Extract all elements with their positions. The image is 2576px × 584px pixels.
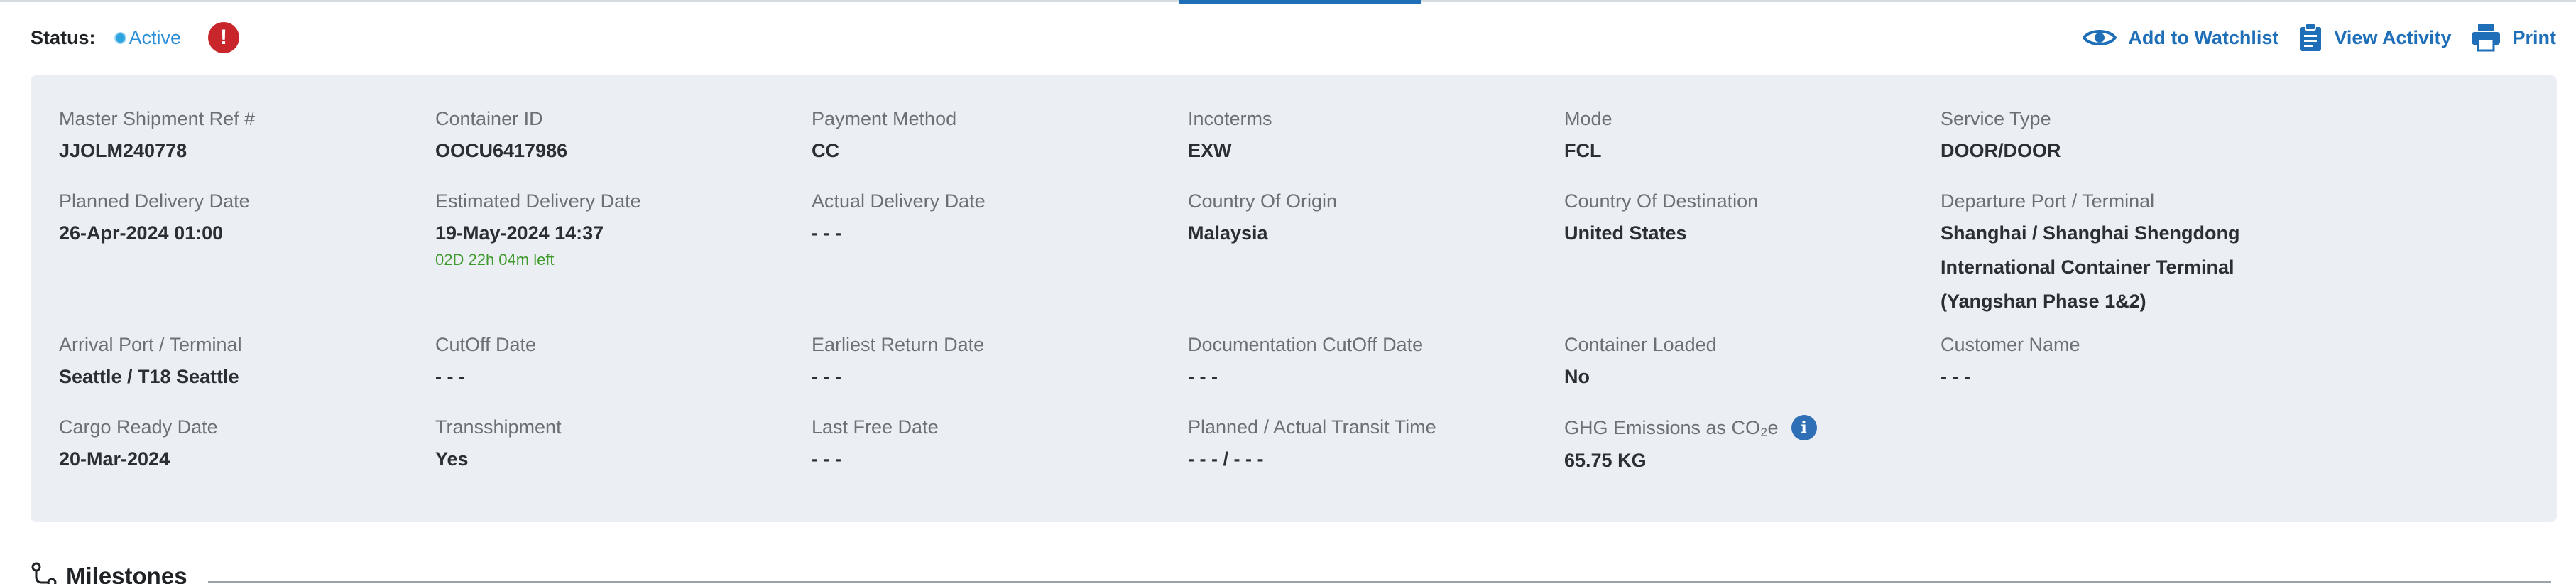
- detail-label: Payment Method: [812, 108, 957, 129]
- section-divider: [208, 581, 2551, 583]
- view-activity-button[interactable]: View Activity: [2298, 23, 2451, 53]
- detail-value: 26-Apr-2024 01:00: [59, 222, 224, 244]
- detail-label: Country Of Origin: [1188, 190, 1338, 212]
- detail-label: Container ID: [435, 108, 543, 129]
- detail-label: Earliest Return Date: [812, 334, 985, 355]
- detail-value: CC: [812, 140, 839, 161]
- detail-label: Incoterms: [1188, 108, 1272, 129]
- detail-value: No: [1564, 366, 1590, 387]
- detail-label: Departure Port / Terminal: [1941, 190, 2155, 212]
- detail-departure-port: Departure Port / Terminal Shanghai / Sha…: [1941, 189, 2317, 318]
- detail-container-loaded: Container Loaded No: [1564, 332, 1941, 401]
- detail-label: Planned Delivery Date: [59, 190, 250, 212]
- detail-value: Malaysia: [1188, 222, 1268, 244]
- detail-payment-method: Payment Method CC: [812, 107, 1188, 175]
- detail-value: - - -: [435, 366, 465, 387]
- detail-label: Arrival Port / Terminal: [59, 334, 242, 355]
- detail-value: Seattle / T18 Seattle: [59, 366, 239, 387]
- detail-master-shipment-ref: Master Shipment Ref # JJOLM240778: [59, 107, 435, 175]
- milestones-section: Milestones: [31, 561, 2557, 584]
- detail-value: Yes: [435, 448, 469, 470]
- detail-value: - - -: [1188, 366, 1218, 387]
- shipment-details-panel: Master Shipment Ref # JJOLM240778 Contai…: [31, 75, 2557, 522]
- detail-cutoff-date: CutOff Date - - -: [435, 332, 812, 401]
- detail-value: EXW: [1188, 140, 1232, 161]
- status-value: Active: [129, 26, 182, 48]
- detail-estimated-delivery-date: Estimated Delivery Date 19-May-2024 14:3…: [435, 189, 812, 318]
- detail-value: - - -: [812, 366, 841, 387]
- detail-service-type: Service Type DOOR/DOOR: [1941, 107, 2317, 175]
- detail-label: Last Free Date: [812, 416, 939, 438]
- status-dot-icon: [114, 31, 126, 44]
- detail-label: Planned / Actual Transit Time: [1188, 416, 1436, 438]
- detail-label: Transshipment: [435, 416, 562, 438]
- alert-icon[interactable]: !: [208, 22, 240, 53]
- detail-country-of-destination: Country Of Destination United States: [1564, 189, 1941, 318]
- detail-value: - - -: [812, 222, 841, 244]
- detail-value: - - -: [812, 448, 841, 470]
- detail-actual-delivery-date: Actual Delivery Date - - -: [812, 189, 1188, 318]
- detail-value: - - -: [1941, 366, 1970, 387]
- info-icon[interactable]: i: [1791, 415, 1817, 440]
- detail-container-id: Container ID OOCU6417986: [435, 107, 812, 175]
- detail-label: Actual Delivery Date: [812, 190, 986, 212]
- detail-label: Country Of Destination: [1564, 190, 1759, 212]
- detail-customer-name: Customer Name - - -: [1941, 332, 2317, 401]
- detail-value: 20-Mar-2024: [59, 448, 170, 470]
- add-to-watchlist-label: Add to Watchlist: [2128, 26, 2279, 48]
- detail-label: Master Shipment Ref #: [59, 108, 256, 129]
- detail-planned-delivery-date: Planned Delivery Date 26-Apr-2024 01:00: [59, 189, 435, 318]
- print-label: Print: [2512, 26, 2556, 48]
- detail-transshipment: Transshipment Yes: [435, 415, 812, 483]
- detail-country-of-origin: Country Of Origin Malaysia: [1188, 189, 1564, 318]
- detail-label: Container Loaded: [1564, 334, 1717, 355]
- detail-label: Estimated Delivery Date: [435, 190, 641, 212]
- detail-cargo-ready-date: Cargo Ready Date 20-Mar-2024: [59, 415, 435, 483]
- detail-incoterms: Incoterms EXW: [1188, 107, 1564, 175]
- detail-value: OOCU6417986: [435, 140, 568, 161]
- detail-value: - - - / - - -: [1188, 448, 1264, 470]
- detail-value: United States: [1564, 222, 1687, 244]
- detail-transit-time: Planned / Actual Transit Time - - - / - …: [1188, 415, 1564, 483]
- detail-earliest-return-date: Earliest Return Date - - -: [812, 332, 1188, 401]
- detail-mode: Mode FCL: [1564, 107, 1941, 175]
- detail-value: FCL: [1564, 140, 1602, 161]
- detail-value: 65.75 KG: [1564, 450, 1647, 471]
- add-to-watchlist-button[interactable]: Add to Watchlist: [2083, 26, 2278, 49]
- details-grid: Master Shipment Ref # JJOLM240778 Contai…: [59, 107, 2317, 483]
- clipboard-icon: [2300, 23, 2322, 51]
- detail-label: CutOff Date: [435, 334, 537, 355]
- detail-label: GHG Emissions as CO₂e: [1564, 417, 1779, 438]
- detail-arrival-port: Arrival Port / Terminal Seattle / T18 Se…: [59, 332, 435, 401]
- detail-last-free-date: Last Free Date - - -: [812, 415, 1188, 483]
- active-tab-indicator: [1179, 0, 1421, 4]
- detail-value: DOOR/DOOR: [1941, 140, 2061, 161]
- print-button[interactable]: Print: [2471, 23, 2556, 52]
- detail-ghg-emissions: GHG Emissions as CO₂e i 65.75 KG: [1564, 415, 1941, 483]
- detail-value: 19-May-2024 14:37: [435, 222, 604, 244]
- detail-value: Shanghai / Shanghai Shengdong Internatio…: [1941, 222, 2240, 312]
- detail-documentation-cutoff-date: Documentation CutOff Date - - -: [1188, 332, 1564, 401]
- eye-icon: [2083, 30, 2117, 45]
- detail-label-row: GHG Emissions as CO₂e i: [1564, 415, 1941, 440]
- detail-value: JJOLM240778: [59, 140, 187, 161]
- detail-label: Mode: [1564, 108, 1612, 129]
- time-left-indicator: 02D 22h 04m left: [435, 251, 555, 269]
- detail-label: Cargo Ready Date: [59, 416, 218, 438]
- detail-label: Service Type: [1941, 108, 2051, 129]
- detail-label: Documentation CutOff Date: [1188, 334, 1424, 355]
- detail-label: Customer Name: [1941, 334, 2080, 355]
- printer-icon: [2472, 24, 2501, 52]
- view-activity-label: View Activity: [2334, 26, 2452, 48]
- action-bar: Add to Watchlist View Activity Print: [2063, 20, 2556, 55]
- route-icon: [31, 562, 57, 584]
- status-label: Status:: [31, 26, 96, 48]
- milestones-title: Milestones: [66, 563, 187, 584]
- status-bar: Status: Active !: [31, 20, 240, 55]
